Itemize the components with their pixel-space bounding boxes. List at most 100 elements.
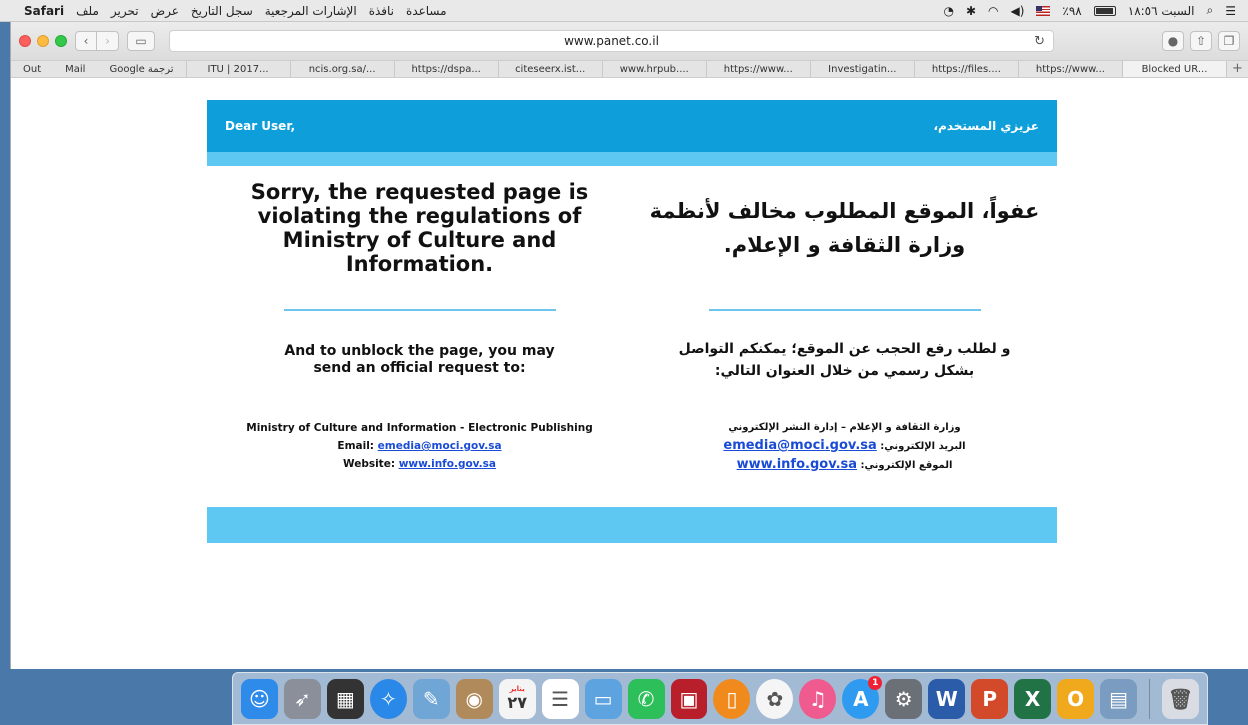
email-label-en: Email:: [337, 440, 375, 452]
safari-window: ‹ › ▭ www.panet.co.il ↻ ● ⇧ ❐ Out Mail G…: [10, 22, 1248, 669]
dashboard-icon[interactable]: ▦: [326, 678, 364, 719]
facetime-icon[interactable]: ✆: [627, 678, 665, 719]
clock[interactable]: السبت ١٨:٥٦: [1128, 4, 1195, 18]
sidebar-icon: ▭: [135, 34, 147, 48]
minimize-window-button[interactable]: [37, 35, 49, 47]
nav-buttons: ‹ ›: [75, 31, 119, 51]
image-capture-icon[interactable]: ▤: [1100, 678, 1138, 719]
time-machine-icon[interactable]: ◔: [943, 4, 953, 18]
new-tab-button[interactable]: +: [1226, 61, 1248, 77]
share-button[interactable]: ⇧: [1190, 31, 1212, 51]
website-label-en: Website:: [342, 458, 396, 470]
powerpoint-icon[interactable]: P: [971, 678, 1009, 719]
menu-bar: Safari ملف تحرير عرض سجل التاريخ الإشارا…: [0, 0, 1248, 22]
downloads-button[interactable]: ●: [1162, 31, 1184, 51]
tab-item[interactable]: https://dspa...: [393, 61, 498, 77]
menu-file[interactable]: ملف: [76, 4, 99, 18]
notice-title-en: Sorry, the requested page is violating t…: [250, 180, 589, 276]
website-link-en[interactable]: www.info.gov.sa: [399, 458, 496, 470]
chevron-right-icon: ›: [105, 34, 110, 48]
close-window-button[interactable]: [19, 35, 31, 47]
sidebar-toggle-button[interactable]: ▭: [127, 31, 155, 51]
wifi-icon[interactable]: ◠: [988, 4, 998, 18]
unblock-text-ar: و لطلب رفع الحجب عن الموقع؛ يمكنكم التوا…: [678, 341, 1011, 379]
contact-email-row-en: Email: emedia@moci.gov.sa: [207, 437, 632, 455]
trash-icon[interactable]: 🗑: [1161, 678, 1199, 719]
spotlight-search-icon[interactable]: ⌕: [1207, 3, 1214, 18]
dock: ☺ ➶ ▦ ✧ ✎ ◉ يناير ٢٧ ☰ ▭ ✆ ▣ ▯ ✿ ♫ A 1 ⚙ W P X O ▤ 🗑: [232, 672, 1208, 725]
url-text: www.panet.co.il: [564, 34, 659, 48]
menu-bookmarks[interactable]: الإشارات المرجعية: [265, 4, 357, 18]
email-link-ar[interactable]: emedia@moci.gov.sa: [723, 438, 876, 453]
browser-toolbar: ‹ › ▭ www.panet.co.il ↻ ● ⇧ ❐: [11, 22, 1248, 60]
contact-org-en: Ministry of Culture and Information - El…: [246, 422, 593, 434]
calendar-icon[interactable]: يناير ٢٧: [498, 678, 536, 719]
keynote-icon[interactable]: ▭: [584, 678, 622, 719]
email-label-ar: البريد الإلكتروني:: [880, 441, 966, 452]
app-store-icon[interactable]: A1: [842, 675, 883, 719]
tab-item[interactable]: ITU | 2017...: [185, 61, 290, 77]
tab-item[interactable]: www.hrpub....: [601, 61, 706, 77]
preview-icon[interactable]: ✎: [412, 678, 450, 719]
address-bar[interactable]: www.panet.co.il ↻: [169, 30, 1054, 52]
header-strip: [207, 152, 1057, 166]
excel-icon[interactable]: X: [1014, 678, 1052, 719]
battery-icon[interactable]: [1093, 5, 1116, 16]
menu-app-name[interactable]: Safari: [24, 4, 64, 18]
menu-help[interactable]: مساعدة: [406, 4, 447, 18]
show-tabs-button[interactable]: ❐: [1218, 31, 1240, 51]
tab-item[interactable]: https://www...: [1017, 61, 1122, 77]
website-link-ar[interactable]: www.info.gov.sa: [737, 457, 857, 472]
favorite-google-translate[interactable]: Google ترجمة: [97, 64, 185, 75]
input-source-flag-icon[interactable]: [1036, 5, 1051, 16]
launchpad-icon[interactable]: ➶: [283, 678, 321, 719]
tab-item-active[interactable]: Blocked UR...: [1121, 61, 1226, 77]
email-link-en[interactable]: emedia@moci.gov.sa: [378, 440, 502, 452]
menu-view[interactable]: عرض: [151, 4, 179, 18]
greeting-ar: عزيزي المستخدم،: [933, 119, 1039, 133]
bluetooth-icon[interactable]: ✱: [966, 4, 976, 18]
share-icon: ⇧: [1195, 34, 1207, 48]
photo-booth-icon[interactable]: ▣: [670, 678, 708, 719]
greeting-en: Dear User,: [225, 119, 296, 133]
contacts-icon[interactable]: ◉: [455, 678, 493, 719]
word-icon[interactable]: W: [928, 678, 966, 719]
tab-item[interactable]: ncis.org.sa/...: [289, 61, 394, 77]
contact-email-row-ar: البريد الإلكتروني: emedia@moci.gov.sa: [632, 437, 1057, 456]
favorite-mail[interactable]: Mail: [53, 64, 97, 75]
ibooks-icon[interactable]: ▯: [713, 678, 751, 719]
tab-item[interactable]: citeseerx.ist...: [497, 61, 602, 77]
notification-badge: 1: [868, 675, 883, 690]
chevron-left-icon: ‹: [83, 34, 89, 48]
finder-icon[interactable]: ☺: [241, 678, 278, 719]
menu-edit[interactable]: تحرير: [111, 4, 139, 18]
forward-button[interactable]: ›: [97, 31, 119, 51]
block-notice: Dear User, عزيزي المستخدم، Sorry, the re…: [207, 100, 1057, 543]
web-page: Dear User, عزيزي المستخدم، Sorry, the re…: [11, 78, 1248, 669]
photos-icon[interactable]: ✿: [756, 678, 794, 719]
notice-columns: Sorry, the requested page is violating t…: [207, 166, 1057, 507]
calendar-day: ٢٧: [507, 693, 527, 712]
outlook-icon[interactable]: O: [1057, 678, 1095, 719]
volume-icon[interactable]: ◀): [1010, 4, 1024, 18]
unblock-text-en: And to unblock the page, you may send an…: [284, 343, 555, 376]
itunes-icon[interactable]: ♫: [799, 678, 837, 719]
tab-item[interactable]: https://files....: [913, 61, 1018, 77]
menu-history[interactable]: سجل التاريخ: [191, 4, 253, 18]
favorite-out[interactable]: Out: [11, 64, 53, 75]
english-column: Sorry, the requested page is violating t…: [207, 166, 632, 507]
system-preferences-icon[interactable]: ⚙: [885, 678, 923, 719]
reminders-icon[interactable]: ☰: [541, 678, 579, 719]
reload-icon[interactable]: ↻: [1034, 34, 1045, 49]
safari-icon[interactable]: ✧: [369, 678, 407, 719]
battery-percent[interactable]: ٪٩٨: [1062, 4, 1081, 18]
notice-header: Dear User, عزيزي المستخدم،: [207, 100, 1057, 152]
menu-window[interactable]: نافذة: [369, 4, 394, 18]
tab-item[interactable]: Investigatin...: [809, 61, 914, 77]
zoom-window-button[interactable]: [55, 35, 67, 47]
notification-center-icon[interactable]: ☰: [1225, 4, 1236, 18]
notice-title-ar: عفواً، الموقع المطلوب مخالف لأنظمة وزارة…: [649, 199, 1040, 257]
tab-item[interactable]: https://www...: [705, 61, 810, 77]
tab-strip: ITU | 2017... ncis.org.sa/... https://ds…: [185, 61, 1248, 77]
back-button[interactable]: ‹: [75, 31, 97, 51]
